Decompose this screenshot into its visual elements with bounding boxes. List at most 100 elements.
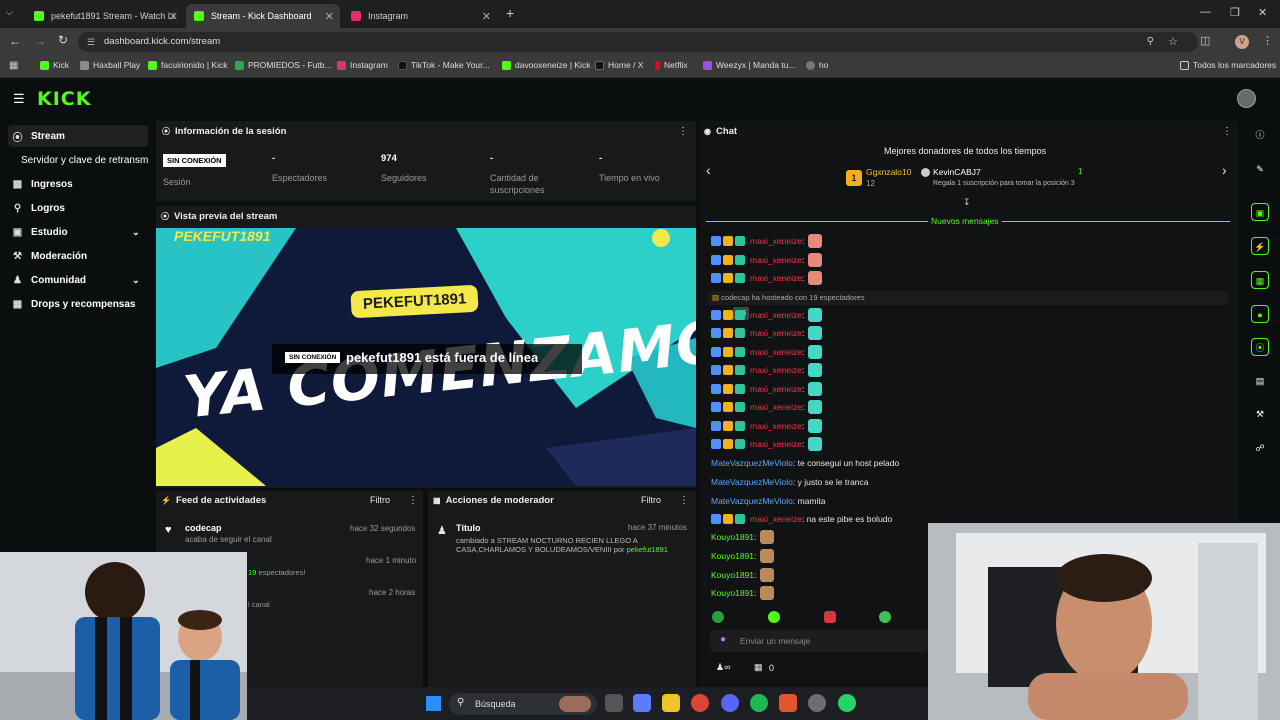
microphone-icon[interactable]: ●	[720, 634, 726, 645]
chat-username[interactable]: maxi_xeneize	[750, 402, 802, 412]
chat-users-icon[interactable]: ♟∞	[716, 662, 730, 673]
menu-icon[interactable]: ⋮	[1262, 34, 1273, 47]
chat-message[interactable]: maxi_xeneize:	[711, 437, 823, 451]
filter-button[interactable]: Filtro	[641, 495, 661, 505]
reload-icon[interactable]: ↻	[58, 33, 68, 47]
windows-start-icon[interactable]	[426, 696, 441, 711]
chat-input[interactable]: ● Enviar un mensaje	[710, 630, 928, 652]
tab-dashboard[interactable]: Stream - Kick Dashboard ✕	[186, 4, 340, 28]
chat-username[interactable]: maxi_xeneize	[750, 384, 802, 394]
more-options-icon[interactable]: ⋮	[1222, 126, 1232, 137]
chat-message[interactable]: MateVazquezMeViolo: mamita	[711, 494, 826, 508]
tab-watch[interactable]: pekefut1891 Stream - Watch Li ✕	[26, 4, 184, 28]
chat-message[interactable]: maxi_xeneize:	[711, 308, 823, 322]
bookmark-haxball[interactable]: Haxball Play	[80, 60, 140, 70]
bookmark-tiktok[interactable]: TikTok - Make Your...	[398, 60, 490, 70]
close-tab-icon[interactable]: ✕	[482, 10, 491, 23]
chat-message[interactable]: maxi_xeneize:	[711, 345, 823, 359]
new-tab-icon[interactable]: +	[506, 5, 514, 21]
chat-message[interactable]: Kouyo1891:	[711, 530, 775, 544]
chat-username[interactable]: Kouyo1891	[711, 532, 754, 542]
emote-icon[interactable]	[768, 611, 780, 623]
more-options-icon[interactable]: ⋮	[408, 495, 418, 506]
maximize-icon[interactable]: ❐	[1230, 6, 1240, 19]
bookmark-kick[interactable]: Kick	[40, 60, 69, 70]
chat-message[interactable]: maxi_xeneize:	[711, 363, 823, 377]
chat-message[interactable]: maxi_xeneize:	[711, 419, 823, 433]
sidebar-item-estudio[interactable]: ▣ Estudio ⌄	[8, 221, 148, 243]
chat-username[interactable]: maxi_xeneize	[750, 514, 802, 524]
chat-message[interactable]: maxi_xeneize:	[711, 400, 823, 414]
sidebar-item-server[interactable]: Servidor y clave de retransm	[17, 149, 155, 171]
bookmark-promiedos[interactable]: PROMIEDOS - Futb...	[235, 60, 332, 70]
emote-icon[interactable]	[879, 611, 891, 623]
sidebar-item-logros[interactable]: ⚲ Logros	[8, 197, 148, 219]
forward-icon[interactable]: →	[34, 34, 46, 48]
chat-username[interactable]: MateVazquezMeViolo	[711, 477, 793, 487]
edit-icon[interactable]: ✎	[1251, 160, 1269, 178]
sidebar-item-drops[interactable]: ▦ Drops y recompensas	[8, 293, 148, 315]
chat-username[interactable]: Kouyo1891	[711, 570, 754, 580]
copilot-icon[interactable]	[633, 694, 651, 712]
url-input[interactable]: ☰ dashboard.kick.com/stream ⚲ ☆	[78, 32, 1198, 52]
chat-message[interactable]: Kouyo1891:	[711, 568, 775, 582]
site-info-icon[interactable]: ☰	[87, 32, 95, 52]
chat-message[interactable]: maxi_xeneize:	[711, 271, 823, 285]
more-options-icon[interactable]: ⋮	[679, 495, 689, 506]
bookmark-instagram[interactable]: Instagram	[337, 60, 388, 70]
sidebar-item-comunidad[interactable]: ♟ Comunidad ⌄	[8, 269, 148, 291]
emote-icon[interactable]	[824, 611, 836, 623]
note-icon[interactable]: ▦	[1251, 271, 1269, 289]
chat-message[interactable]: MateVazquezMeViolo: te consegui un host …	[711, 456, 899, 470]
layout-icon[interactable]: ▤	[1251, 372, 1269, 390]
sidebar-item-stream[interactable]: ⦿ Stream	[8, 125, 148, 147]
task-view-icon[interactable]	[605, 694, 623, 712]
tab-list-chevron-icon[interactable]: ⌵	[6, 7, 13, 18]
chat-username[interactable]: maxi_xeneize	[750, 328, 802, 338]
app-icon[interactable]	[808, 694, 826, 712]
chat-username[interactable]: Kouyo1891	[711, 588, 754, 598]
scroll-down-icon[interactable]: ↧	[963, 197, 971, 208]
chat-message[interactable]: maxi_xeneize:	[711, 253, 823, 267]
bookmark-star-icon[interactable]: ☆	[1168, 32, 1178, 52]
chat-message[interactable]: maxi_xeneize:	[711, 234, 823, 248]
flash-icon[interactable]: ⚡	[1251, 237, 1269, 255]
chat-username[interactable]: maxi_xeneize	[750, 310, 802, 320]
bookmark-weezyx[interactable]: Weezyx | Manda tu...	[703, 60, 796, 70]
chat-username[interactable]: maxi_xeneize	[750, 365, 802, 375]
chevron-right-icon[interactable]: ›	[1222, 162, 1227, 178]
chat-username[interactable]: Kouyo1891	[711, 551, 754, 561]
chat-username[interactable]: maxi_xeneize	[750, 347, 802, 357]
all-bookmarks[interactable]: Todos los marcadores	[1180, 60, 1276, 70]
store-icon[interactable]: ▦	[754, 662, 763, 673]
filter-button[interactable]: Filtro	[370, 495, 390, 505]
close-tab-icon[interactable]: ✕	[325, 10, 334, 23]
sidebar-item-moderacion[interactable]: ⚒ Moderación	[8, 245, 148, 267]
chat-message[interactable]: Kouyo1891:	[711, 549, 775, 563]
close-window-icon[interactable]: ✕	[1258, 6, 1267, 19]
share-icon[interactable]: ☍	[1251, 439, 1269, 457]
sidebar-item-ingresos[interactable]: ▩ Ingresos	[8, 173, 148, 195]
chat-message[interactable]: Kouyo1891:	[711, 586, 775, 600]
bookmark-netflix[interactable]: Netflix	[655, 60, 688, 70]
taskbar-search[interactable]: ⚲ Búsqueda	[449, 693, 597, 715]
tab-instagram[interactable]: Instagram ✕	[343, 4, 497, 28]
extensions-icon[interactable]: ◫	[1200, 34, 1210, 47]
whatsapp-icon[interactable]	[838, 694, 856, 712]
chat-username[interactable]: maxi_xeneize	[750, 273, 802, 283]
discord-icon[interactable]	[721, 694, 739, 712]
chat-username[interactable]: maxi_xeneize	[750, 439, 802, 449]
bookmark-x[interactable]: Home / X	[595, 60, 643, 70]
spotify-icon[interactable]	[750, 694, 768, 712]
chat-icon[interactable]: ●	[1251, 305, 1269, 323]
minimize-icon[interactable]: —	[1200, 6, 1211, 18]
chat-message[interactable]: MateVazquezMeViolo: y justo se le tranca	[711, 475, 869, 489]
chrome-icon[interactable]	[691, 694, 709, 712]
zoom-icon[interactable]: ⚲	[1147, 32, 1154, 52]
chat-username[interactable]: MateVazquezMeViolo	[711, 458, 793, 468]
stream-thumbnail[interactable]: PEKEFUT1891 PEKEFUT1891 YA COMENZAMOS SI…	[156, 228, 696, 486]
emote-icon[interactable]	[712, 611, 724, 623]
chat-message[interactable]: maxi_xeneize:	[711, 382, 823, 396]
chat-message[interactable]: maxi_xeneize: na este pibe es boludo	[711, 512, 892, 526]
chat-username[interactable]: maxi_xeneize	[750, 236, 802, 246]
